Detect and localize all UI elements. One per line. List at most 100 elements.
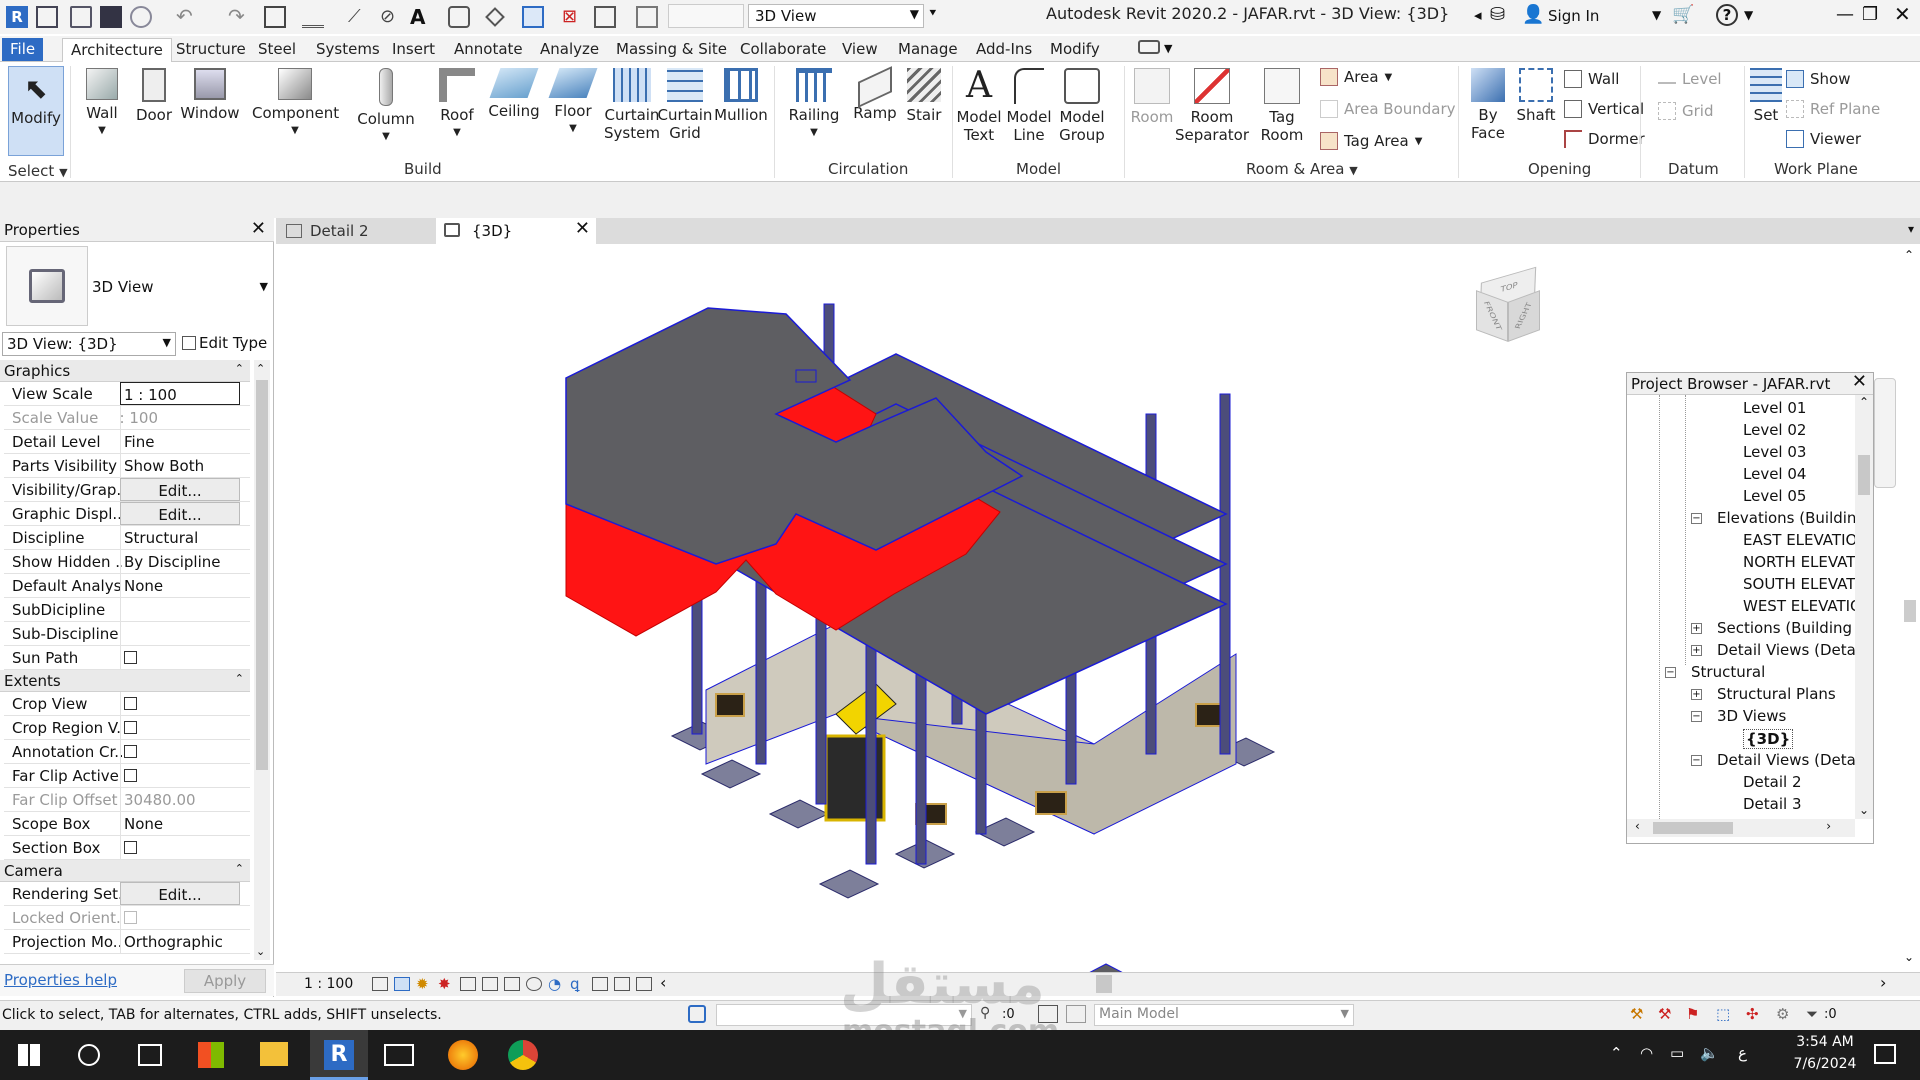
help-dropdown-icon[interactable]: ▼ (1744, 8, 1753, 22)
expand-icon[interactable]: + (1691, 689, 1702, 700)
scroll-thumb[interactable] (1858, 455, 1870, 495)
edit-type-button[interactable]: Edit Type (180, 332, 272, 356)
tab-modify[interactable]: Modify (1042, 38, 1108, 62)
select-underlay-icon[interactable]: ⚒ (1658, 1005, 1671, 1023)
analytical-model-icon[interactable] (592, 977, 608, 991)
scroll-right-icon[interactable]: › (1826, 819, 1831, 833)
select-by-face-icon[interactable]: ⬚ (1716, 1005, 1730, 1023)
collapse-icon[interactable]: − (1691, 513, 1702, 524)
prop-row-default-analysis[interactable]: Default Analys...None (4, 574, 250, 598)
properties-scrollbar[interactable]: ⌃ ⌄ (254, 360, 270, 960)
set-work-plane-button[interactable]: Set (1748, 68, 1784, 124)
restore-icon[interactable]: ❐ (1862, 4, 1878, 25)
stair-button[interactable]: Stair (900, 68, 948, 124)
prop-value[interactable]: Orthographic (120, 930, 240, 953)
grid-button[interactable]: Grid (1658, 102, 1713, 120)
prop-row-sub-discipline[interactable]: Sub-Discipline (4, 622, 250, 646)
tree-item-detail-3[interactable]: Detail 3 (1743, 795, 1802, 813)
close-icon[interactable]: ✕ (251, 218, 266, 239)
annotation-crop-checkbox[interactable] (124, 745, 137, 758)
tree-item-detail-views[interactable]: Detail Views (Detail (1717, 641, 1855, 659)
scroll-right-icon[interactable]: › (1880, 973, 1886, 992)
language-indicator[interactable]: ع (1738, 1044, 1747, 1062)
prop-row-rendering-settings[interactable]: Rendering Set... Edit... (4, 882, 250, 906)
view-tab-detail-2[interactable]: Detail 2 (280, 220, 430, 244)
design-options-icon[interactable] (1066, 1005, 1086, 1023)
qat-customize-icon[interactable]: ⯆ (928, 6, 938, 21)
prop-row-view-scale[interactable]: View Scale 1 : 100 (4, 382, 250, 406)
viewbar-scroll-thumb[interactable] (1096, 975, 1112, 993)
far-clip-checkbox[interactable] (124, 769, 137, 782)
store-icon[interactable] (198, 1042, 224, 1068)
tree-item-level-05[interactable]: Level 05 (1743, 487, 1806, 505)
tab-architecture[interactable]: Architecture (62, 38, 172, 62)
view-cube[interactable]: TOP FRONT RIGHT (1472, 266, 1542, 344)
clock-time[interactable]: 3:54 AM (1780, 1034, 1870, 1050)
expand-icon[interactable]: + (1691, 645, 1702, 656)
prop-row-detail-level[interactable]: Detail Level Fine (4, 430, 250, 454)
tab-analyze[interactable]: Analyze (532, 38, 607, 62)
tray-chevron-icon[interactable]: ⌃ (1610, 1044, 1623, 1062)
tree-item-detail-views-structural[interactable]: Detail Views (Detail (1717, 751, 1855, 769)
roof-button[interactable]: Roof ▼ (432, 68, 482, 142)
open-icon[interactable] (70, 6, 92, 28)
volume-icon[interactable]: 🔈 (1700, 1044, 1719, 1062)
tree-item-sections[interactable]: Sections (Building S (1717, 619, 1855, 637)
prop-value[interactable] (120, 598, 240, 621)
door-button[interactable]: Door (132, 68, 176, 124)
section-camera[interactable]: Camera ⌃ (0, 860, 250, 882)
prop-row-parts-visibility[interactable]: Parts Visibility Show Both (4, 454, 250, 478)
revit-logo-icon[interactable]: R (6, 6, 28, 28)
prop-value[interactable] (120, 622, 240, 645)
tree-item-east-elevation[interactable]: EAST ELEVATIO (1743, 531, 1855, 549)
section-graphics[interactable]: Graphics ⌃ (0, 360, 250, 382)
visibility-edit-button[interactable]: Edit... (120, 478, 240, 501)
floor-button[interactable]: Floor ▼ (546, 68, 600, 138)
scroll-left-icon[interactable]: ‹ (660, 973, 666, 992)
level-button[interactable]: Level (1658, 70, 1722, 88)
reveal-constraints-icon[interactable] (636, 977, 652, 991)
scroll-thumb[interactable] (256, 380, 268, 770)
prop-value[interactable]: Fine (120, 430, 240, 453)
cart-icon[interactable]: 🛒 (1672, 4, 1694, 25)
viewer-button[interactable]: Viewer (1786, 130, 1861, 148)
ribbon-toggle-icon[interactable] (1138, 40, 1160, 54)
lock-view-icon[interactable] (526, 977, 542, 991)
search-icon[interactable] (78, 1044, 100, 1066)
apply-button[interactable]: Apply (184, 969, 266, 993)
search-back-icon[interactable]: ◂ (1474, 6, 1482, 24)
reveal-hidden-icon[interactable]: ꝗ (570, 975, 580, 993)
close-icon[interactable]: ✕ (1852, 371, 1867, 392)
railing-button[interactable]: Railing ▼ (786, 68, 842, 142)
thin-lines-icon[interactable] (522, 6, 544, 28)
tab-manage[interactable]: Manage (890, 38, 966, 62)
wall-opening-button[interactable]: Wall (1564, 70, 1619, 88)
worksets-icon[interactable] (688, 1005, 706, 1023)
tab-menu-icon[interactable]: ▾ (1908, 222, 1914, 236)
close-hidden-icon[interactable]: ⊠ (562, 6, 584, 28)
task-view-icon[interactable] (138, 1044, 162, 1066)
tree-item-elevations[interactable]: Elevations (Building (1717, 509, 1855, 527)
type-selector[interactable]: 3D View ▼ (92, 278, 268, 302)
collapse-icon[interactable]: − (1691, 711, 1702, 722)
model-line-button[interactable]: Model Line (1004, 68, 1054, 144)
save-icon[interactable] (100, 6, 122, 28)
prop-row-sun-path[interactable]: Sun Path (4, 646, 250, 670)
curtain-system-button[interactable]: Curtain System (602, 68, 662, 142)
select-pinned-icon[interactable]: ⚑ (1686, 1005, 1699, 1023)
prop-value[interactable]: Structural (120, 526, 240, 549)
rendering-edit-button[interactable]: Edit... (120, 882, 240, 905)
prop-row-far-clip-active[interactable]: Far Clip Active (4, 764, 250, 788)
scroll-up-icon[interactable]: ⌃ (1859, 395, 1869, 409)
detail-level-icon[interactable] (372, 977, 388, 991)
notifications-icon[interactable] (1874, 1044, 1896, 1064)
properties-help-link[interactable]: Properties help (4, 971, 117, 989)
close-icon[interactable]: ✕ (575, 218, 590, 239)
prop-row-projection-mode[interactable]: Projection Mo... Orthographic (4, 930, 250, 954)
curtain-grid-button[interactable]: Curtain Grid (656, 68, 714, 142)
view-tab-3d[interactable]: {3D} ✕ (436, 218, 596, 244)
expand-icon[interactable]: + (1691, 623, 1702, 634)
prop-row-show-hidden[interactable]: Show Hidden ... By Discipline (4, 550, 250, 574)
tab-structure[interactable]: Structure (168, 38, 254, 62)
dormer-button[interactable]: Dormer (1564, 130, 1645, 148)
